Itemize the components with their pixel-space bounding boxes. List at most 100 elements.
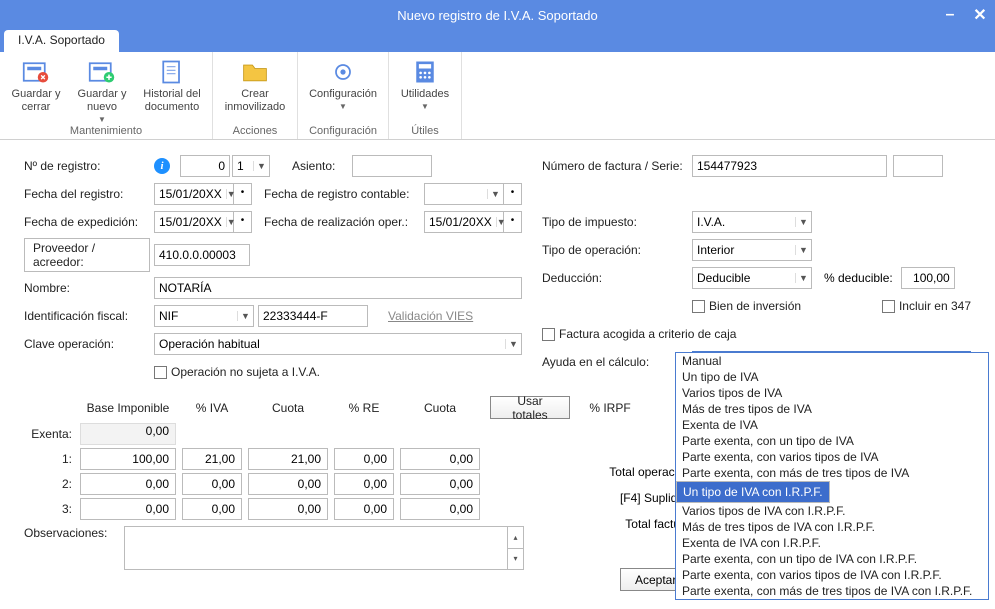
observaciones-input[interactable]: ▴▾ [124, 526, 524, 570]
date-picker-button[interactable]: • [504, 183, 522, 205]
dropdown-item[interactable]: Manual [676, 353, 988, 369]
num-factura-input[interactable] [692, 155, 887, 177]
titlebar: Nuevo registro de I.V.A. Soportado – ✕ [0, 0, 995, 30]
gear-icon [329, 58, 357, 86]
ribbon-group-label: Configuración [309, 125, 377, 137]
dropdown-item[interactable]: Un tipo de IVA con I.R.P.F. [676, 481, 830, 503]
re-input[interactable] [334, 448, 394, 470]
save-close-icon [22, 58, 50, 86]
ayuda-calculo-label: Ayuda en el cálculo: [542, 355, 692, 369]
crear-inmovilizado-button[interactable]: Crear inmovilizado [219, 54, 291, 114]
caret-down-icon: ▼ [339, 102, 347, 112]
cuota2-input[interactable] [400, 473, 480, 495]
cuota-input[interactable] [248, 448, 328, 470]
date-picker-button[interactable]: • [504, 211, 522, 233]
folder-icon [241, 58, 269, 86]
base-input[interactable] [80, 498, 176, 520]
deduccion-select[interactable]: Deducible▼ [692, 267, 812, 289]
suplidos-label: [F4] Suplido [590, 485, 684, 511]
configuracion-button[interactable]: Configuración ▼ [304, 54, 382, 112]
num-registro-serie-select[interactable]: 1▼ [232, 155, 270, 177]
ribbon-group-label: Útiles [411, 125, 439, 137]
dropdown-item[interactable]: Parte exenta, con un tipo de IVA con I.R… [676, 551, 988, 567]
spin-up-icon[interactable]: ▴ [507, 527, 523, 549]
ayuda-calculo-dropdown[interactable]: ManualUn tipo de IVAVarios tipos de IVAM… [675, 352, 989, 600]
historial-button[interactable]: Historial del documento [138, 54, 206, 125]
tabstrip: I.V.A. Soportado [0, 30, 995, 52]
operacion-no-sujeta-checkbox[interactable]: Operación no sujeta a I.V.A. [154, 365, 320, 379]
iva-input[interactable] [182, 498, 242, 520]
tipo-impuesto-label: Tipo de impuesto: [542, 215, 692, 229]
fecha-registro-contable-label: Fecha de registro contable: [264, 187, 424, 201]
dropdown-item[interactable]: Varios tipos de IVA con I.R.P.F. [676, 503, 988, 519]
validacion-vies-link[interactable]: Validación VIES [388, 309, 473, 323]
utilidades-button[interactable]: Utilidades ▼ [395, 54, 455, 112]
info-icon[interactable]: i [154, 158, 170, 174]
cuota-input[interactable] [248, 473, 328, 495]
fecha-expedicion-input[interactable]: 15/01/20XX▼ [154, 211, 234, 233]
total-factura-label: Total factur [590, 511, 684, 537]
base-input[interactable] [80, 473, 176, 495]
cuota2-input[interactable] [400, 448, 480, 470]
date-picker-button[interactable]: • [234, 183, 252, 205]
close-button[interactable]: ✕ [965, 0, 995, 30]
caret-down-icon: ▼ [421, 102, 429, 112]
dropdown-item[interactable]: Parte exenta, con varios tipos de IVA co… [676, 567, 988, 583]
identificacion-label: Identificación fiscal: [24, 309, 154, 323]
nombre-label: Nombre: [24, 281, 154, 295]
fecha-expedicion-label: Fecha de expedición: [24, 215, 154, 229]
clave-operacion-select[interactable]: Operación habitual▼ [154, 333, 522, 355]
iva-input[interactable] [182, 473, 242, 495]
guardar-nuevo-button[interactable]: Guardar y nuevo ▼ [72, 54, 132, 125]
asiento-input[interactable] [352, 155, 432, 177]
num-registro-input[interactable] [180, 155, 230, 177]
ribbon-group-label: Acciones [233, 125, 278, 137]
pct-deducible-input[interactable] [901, 267, 955, 289]
fecha-registro-contable-input[interactable]: ▼ [424, 183, 504, 205]
dropdown-item[interactable]: Parte exenta, con más de tres tipos de I… [676, 465, 988, 481]
proveedor-input[interactable] [154, 244, 250, 266]
dropdown-item[interactable]: Parte exenta, con más de tres tipos de I… [676, 583, 988, 599]
identificacion-valor-input[interactable] [258, 305, 368, 327]
pct-deducible-label: % deducible: [824, 271, 893, 285]
dropdown-item[interactable]: Parte exenta, con varios tipos de IVA [676, 449, 988, 465]
minimize-button[interactable]: – [935, 0, 965, 30]
tipo-identificacion-select[interactable]: NIF▼ [154, 305, 254, 327]
incluir-347-checkbox[interactable]: Incluir en 347 [882, 299, 971, 313]
observaciones-label: Observaciones: [24, 526, 124, 540]
base-input[interactable] [80, 448, 176, 470]
tab-iva-soportado[interactable]: I.V.A. Soportado [4, 30, 119, 52]
dropdown-item[interactable]: Exenta de IVA [676, 417, 988, 433]
cuota-input[interactable] [248, 498, 328, 520]
spin-down-icon[interactable]: ▾ [507, 549, 523, 570]
date-picker-button[interactable]: • [234, 211, 252, 233]
bien-inversion-checkbox[interactable]: Bien de inversión [692, 299, 801, 313]
dropdown-item[interactable]: Un tipo de IVA [676, 369, 988, 385]
factura-caja-checkbox[interactable]: Factura acogida a criterio de caja [542, 327, 736, 341]
dropdown-item[interactable]: Exenta de IVA con I.R.P.F. [676, 535, 988, 551]
re-input[interactable] [334, 498, 394, 520]
document-history-icon [158, 58, 186, 86]
dropdown-item[interactable]: Parte exenta, con un tipo de IVA [676, 433, 988, 449]
num-registro-label: Nº de registro: [24, 159, 154, 173]
dropdown-item[interactable]: Más de tres tipos de IVA [676, 401, 988, 417]
cuota2-input[interactable] [400, 498, 480, 520]
exenta-base: 0,00 [80, 423, 176, 445]
dropdown-item[interactable]: Varios tipos de IVA [676, 385, 988, 401]
fecha-registro-label: Fecha del registro: [24, 187, 154, 201]
deduccion-label: Deducción: [542, 271, 692, 285]
guardar-cerrar-button[interactable]: Guardar y cerrar [6, 54, 66, 125]
serie-input[interactable] [893, 155, 943, 177]
re-input[interactable] [334, 473, 394, 495]
fecha-registro-input[interactable]: 15/01/20XX▼ [154, 183, 234, 205]
num-factura-label: Número de factura / Serie: [542, 159, 692, 173]
dropdown-item[interactable]: Más de tres tipos de IVA con I.R.P.F. [676, 519, 988, 535]
usar-totales-button[interactable]: Usar totales [490, 396, 570, 419]
calculator-icon [411, 58, 439, 86]
tipo-impuesto-select[interactable]: I.V.A.▼ [692, 211, 812, 233]
proveedor-label[interactable]: Proveedor / acreedor: [24, 238, 150, 272]
tipo-operacion-select[interactable]: Interior▼ [692, 239, 812, 261]
iva-input[interactable] [182, 448, 242, 470]
nombre-input[interactable] [154, 277, 522, 299]
fecha-realizacion-input[interactable]: 15/01/20XX▼ [424, 211, 504, 233]
